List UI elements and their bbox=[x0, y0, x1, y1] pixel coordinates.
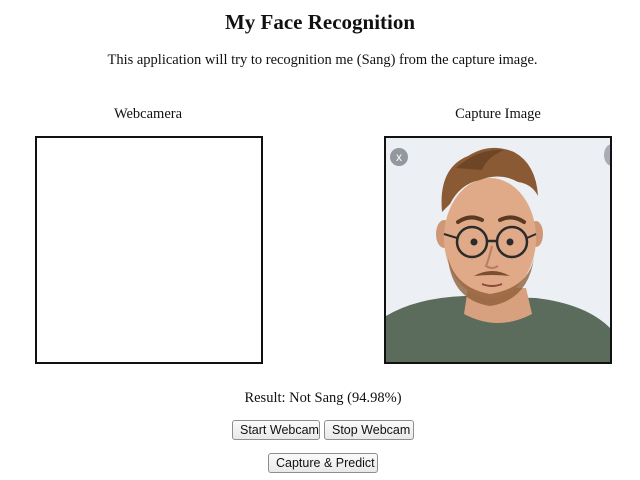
webcam-label: Webcamera bbox=[113, 106, 183, 122]
face-recognition-page: My Face Recognition This application wil… bbox=[0, 0, 640, 480]
webcam-video-frame bbox=[35, 136, 263, 364]
capture-image-label: Capture Image bbox=[455, 106, 541, 122]
captured-face-illustration bbox=[386, 138, 610, 362]
page-description: This application will try to recognition… bbox=[107, 52, 538, 68]
page-title: My Face Recognition bbox=[224, 10, 416, 34]
capture-image-frame: x bbox=[384, 136, 612, 364]
stop-webcam-button[interactable]: Stop Webcam bbox=[324, 420, 414, 440]
start-webcam-button[interactable]: Start Webcam bbox=[232, 420, 320, 440]
captured-face-photo bbox=[386, 138, 610, 362]
prediction-result: Result: Not Sang (94.98%) bbox=[244, 390, 402, 406]
close-icon[interactable]: x bbox=[390, 148, 408, 166]
capture-predict-button[interactable]: Capture & Predict bbox=[268, 453, 378, 473]
